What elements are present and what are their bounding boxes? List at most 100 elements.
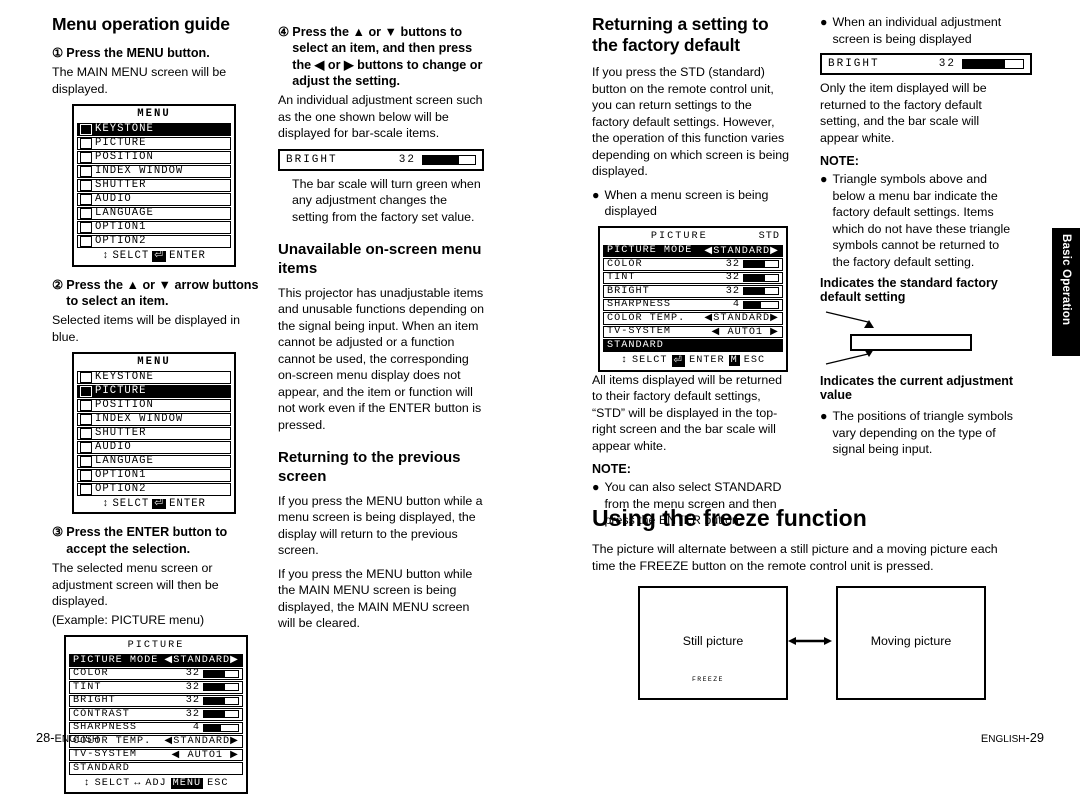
osd-footer-enter: ENTER bbox=[169, 497, 206, 510]
bullet-menu-screen-displayed: ● When a menu screen is being displayed bbox=[592, 187, 792, 220]
osd-row-index-window: INDEX WINDOW bbox=[77, 412, 231, 426]
note-label-c4: NOTE: bbox=[820, 154, 859, 168]
osd-footer-select: SELCT bbox=[112, 249, 150, 262]
row-value: ◀STANDARD▶ bbox=[704, 245, 779, 257]
row-value: ◀STANDARD▶ bbox=[164, 655, 239, 667]
osd-std-row-mode: PICTURE MODE ◀STANDARD▶ bbox=[603, 244, 783, 257]
osd-picture-footer: ↕ SELCT ↔ ADJ MENU ESC bbox=[66, 776, 246, 792]
position-icon bbox=[80, 399, 92, 411]
osd-row-option1: OPTION1 bbox=[77, 220, 231, 234]
osd-row-label: LANGUAGE bbox=[95, 207, 154, 220]
shutter-icon bbox=[80, 179, 92, 191]
menu-key-icon: M bbox=[728, 355, 740, 366]
side-tab-basic-operation: Basic Operation bbox=[1052, 228, 1080, 356]
row-label: TV-SYSTEM bbox=[607, 326, 672, 338]
osd-std-row-standard: STANDARD bbox=[603, 339, 783, 352]
freeze-diagram: Still picture FREEZE Moving picture bbox=[592, 586, 1016, 702]
bar-scale bbox=[203, 696, 239, 705]
osd-row-label: POSITION bbox=[95, 151, 154, 164]
bar-scale bbox=[203, 669, 239, 678]
osd-std-row-tv-system: TV-SYSTEM ◀ AUTO1 ▶ bbox=[603, 325, 783, 338]
audio-icon bbox=[80, 441, 92, 453]
osd-row-label: KEYSTONE bbox=[95, 371, 154, 384]
row-value: 32 bbox=[185, 708, 200, 720]
row-value: 32 bbox=[725, 285, 740, 297]
bar-scale bbox=[743, 260, 779, 269]
osd-footer-2: ↕ SELCT ⏎ ENTER bbox=[74, 497, 234, 513]
row-label: CONTRAST bbox=[73, 708, 130, 720]
row-value: 4 bbox=[192, 722, 200, 734]
osd-picture-menu-std: PICTURE STD PICTURE MODE ◀STANDARD▶ COLOR… bbox=[598, 225, 788, 372]
osd-row-audio: AUDIO bbox=[77, 440, 231, 454]
footer-esc: ESC bbox=[207, 777, 229, 789]
step-3-example: (Example: PICTURE menu) bbox=[52, 612, 205, 627]
enter-key-icon: ⏎ bbox=[152, 249, 167, 262]
moving-picture-label: Moving picture bbox=[870, 634, 952, 648]
osd-row-label: POSITION bbox=[95, 399, 154, 412]
row-label: COLOR bbox=[73, 668, 109, 680]
osd-row-label: AUDIO bbox=[95, 193, 132, 206]
index-window-icon bbox=[80, 413, 92, 425]
row-value: ◀STANDARD▶ bbox=[164, 736, 239, 748]
row-value: 32 bbox=[185, 668, 200, 680]
osd-picture-row-standard: STANDARD bbox=[69, 762, 243, 775]
menu-key-icon: MENU bbox=[170, 777, 204, 789]
bullet-text: The positions of triangle symbols vary d… bbox=[832, 409, 1013, 456]
osd-picture-row-tv-system: TV-SYSTEM ◀ AUTO1 ▶ bbox=[69, 748, 243, 762]
osd-std-footer: ↕ SELCT ⏎ ENTER M ESC bbox=[600, 353, 786, 370]
note-bullet-c4: ● Triangle symbols above and below a men… bbox=[820, 171, 1016, 270]
step-2: ② Press the ▲ or ▼ arrow buttons to sele… bbox=[52, 277, 262, 310]
bar-scale bbox=[962, 59, 1024, 69]
freeze-section: Using the freeze function The picture wi… bbox=[592, 505, 1016, 581]
footer-adj: ADJ bbox=[145, 777, 167, 789]
caption-standard-factory-default: Indicates the standard factory default s… bbox=[820, 276, 998, 304]
osd-row-label: INDEX WINDOW bbox=[95, 165, 184, 178]
row-label: TV-SYSTEM bbox=[73, 749, 138, 761]
freeze-paragraph: The picture will alternate between a sti… bbox=[592, 542, 998, 573]
bright-label: BRIGHT bbox=[286, 153, 338, 166]
triangle-indicator-diagram bbox=[820, 308, 996, 366]
osd-bright-bar-box-1: BRIGHT 32 bbox=[278, 148, 484, 171]
step-3: ③ Press the ENTER button to accept the s… bbox=[52, 524, 262, 557]
osd-picture-row-bright: BRIGHT 32 bbox=[69, 694, 243, 708]
osd-footer-select: SELCT bbox=[112, 497, 150, 510]
row-value: 32 bbox=[725, 272, 740, 284]
osd-row-language: LANGUAGE bbox=[77, 454, 231, 468]
osd-footer-enter: ENTER bbox=[169, 249, 206, 262]
option1-icon bbox=[80, 221, 92, 233]
title-text: PICTURE bbox=[650, 230, 708, 242]
bullet-dot-icon: ● bbox=[820, 409, 828, 423]
heading-returning-factory-default: Returning a setting to the factory defau… bbox=[592, 14, 769, 55]
bullet-triangle-positions: ● The positions of triangle symbols vary… bbox=[820, 408, 1016, 458]
leftright-arrow-icon: ↔ bbox=[134, 777, 142, 789]
c4-paragraph-1: Only the item displayed will be returned… bbox=[820, 81, 987, 145]
row-label: STANDARD bbox=[73, 762, 130, 774]
step-1: ① Press the MENU button. bbox=[52, 45, 262, 61]
osd-menu-title-2: MENU bbox=[137, 356, 171, 369]
heading-unavailable-items: Unavailable on-screen menu items bbox=[278, 241, 482, 278]
bar-scale bbox=[203, 723, 239, 732]
step-4-text: Press the ▲ or ▼ buttons to select an it… bbox=[292, 25, 483, 89]
footer-select: SELCT bbox=[631, 355, 668, 366]
returning-previous-paragraph-1: If you press the MENU button while a men… bbox=[278, 493, 483, 558]
step-4: ④ Press the ▲ or ▼ buttons to select an … bbox=[278, 24, 486, 89]
enter-key-icon: ⏎ bbox=[671, 354, 686, 367]
language-icon bbox=[80, 207, 92, 219]
bar-scale bbox=[422, 154, 476, 165]
step-4-body: An individual adjustment screen such as … bbox=[278, 93, 483, 141]
footer-select: SELCT bbox=[94, 777, 131, 789]
bullet-individual-adjustment: ● When an individual adjustment screen i… bbox=[820, 14, 1016, 47]
bright-value: 32 bbox=[938, 58, 956, 70]
picture-icon bbox=[80, 137, 92, 149]
row-value: 4 bbox=[732, 299, 740, 311]
row-label: PICTURE MODE bbox=[607, 245, 693, 257]
keystone-icon bbox=[80, 371, 92, 383]
bullet-text: When a menu screen is being displayed bbox=[604, 187, 769, 219]
osd-row-shutter: SHUTTER bbox=[77, 178, 231, 192]
unavailable-items-paragraph: This projector has unadjustable items an… bbox=[278, 285, 484, 432]
row-label: BRIGHT bbox=[607, 285, 650, 297]
still-picture-label: Still picture bbox=[682, 634, 744, 648]
side-tab-label: Basic Operation bbox=[1060, 234, 1072, 326]
osd-picture-menu-1: PICTURE PICTURE MODE ◀STANDARD▶ COLOR 32 T… bbox=[64, 635, 248, 794]
step-1-number: ① bbox=[52, 46, 64, 60]
